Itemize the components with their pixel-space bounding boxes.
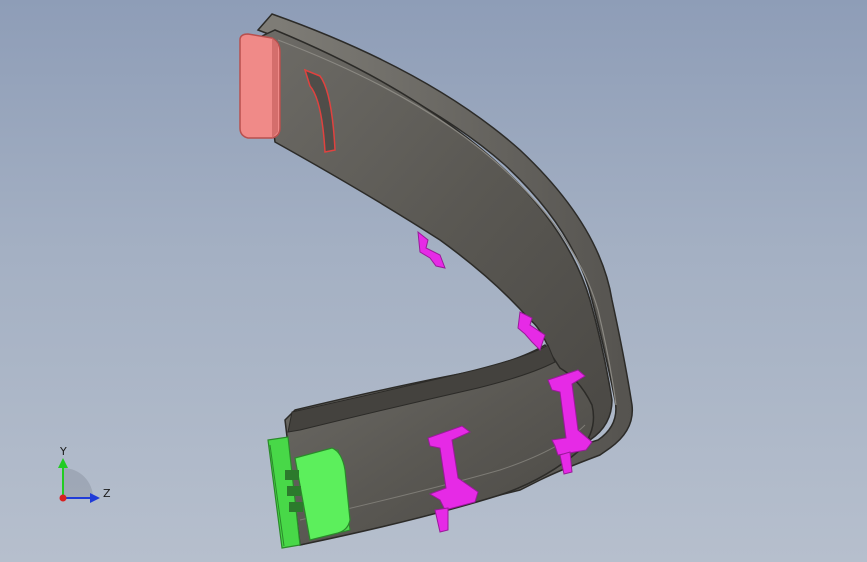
bracket-slot-1 <box>285 470 299 480</box>
bracket-slot-2 <box>287 486 301 496</box>
bracket-slot-3 <box>289 502 303 512</box>
x-axis-dot <box>59 494 67 502</box>
z-axis-label: Z <box>103 487 111 500</box>
coordinate-triad: Y Z <box>58 445 111 503</box>
3d-viewport[interactable]: Y Z <box>0 0 867 562</box>
end-bracket-green[interactable] <box>267 436 351 549</box>
triad-quadrant <box>63 468 93 498</box>
z-axis-arrow <box>90 493 100 503</box>
separator-3-foot <box>434 507 449 533</box>
y-axis-label: Y <box>59 445 67 458</box>
y-axis-arrow <box>58 458 68 468</box>
end-cap-side <box>272 38 278 138</box>
